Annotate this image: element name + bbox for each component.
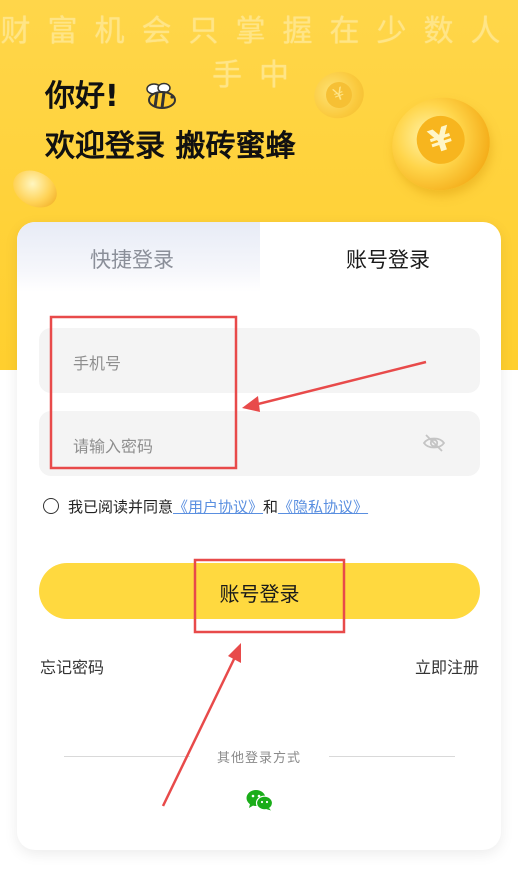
- divider-right: [329, 756, 455, 757]
- agreement-text: 我已阅读并同意: [68, 498, 174, 516]
- register-link[interactable]: 立即注册: [415, 654, 479, 678]
- coin-decoration: ¥: [307, 64, 371, 126]
- wechat-icon[interactable]: [246, 789, 273, 811]
- tab-quick-login[interactable]: 快捷登录: [17, 222, 260, 292]
- login-card: 快捷登录 账号登录 手机号 请输入密码 我已阅读并同意《用户协议》和《隐私协议》…: [17, 222, 501, 850]
- coin-decoration-large: ¥: [380, 85, 502, 203]
- account-login-button[interactable]: 账号登录: [39, 563, 480, 619]
- agreement-and-text: 和: [263, 498, 279, 516]
- login-button-label: 账号登录: [219, 582, 300, 606]
- tab-account-login-label: 账号登录: [346, 248, 430, 272]
- welcome-title: 欢迎登录 搬砖蜜蜂: [45, 129, 296, 164]
- eye-closed-icon[interactable]: [422, 431, 446, 455]
- tab-quick-login-label: 快捷登录: [90, 248, 174, 272]
- greeting-title: 你好!: [45, 79, 119, 114]
- agreement-row: 我已阅读并同意《用户协议》和《隐私协议》: [43, 496, 368, 518]
- password-placeholder: 请输入密码: [73, 437, 154, 456]
- slogan-text: 财富机会只掌握在少数人手中: [0, 14, 518, 93]
- user-agreement-link[interactable]: 《用户协议》: [173, 498, 263, 516]
- agreement-radio[interactable]: [43, 497, 59, 514]
- phone-placeholder: 手机号: [73, 354, 122, 373]
- phone-input[interactable]: 手机号: [39, 328, 480, 393]
- privacy-agreement-link[interactable]: 《隐私协议》: [278, 498, 368, 516]
- password-input[interactable]: 请输入密码: [39, 411, 480, 476]
- tab-account-login[interactable]: 账号登录: [260, 222, 501, 292]
- coin-decoration-small: [6, 163, 64, 215]
- forgot-password-link[interactable]: 忘记密码: [40, 654, 104, 678]
- bee-icon: [146, 82, 176, 109]
